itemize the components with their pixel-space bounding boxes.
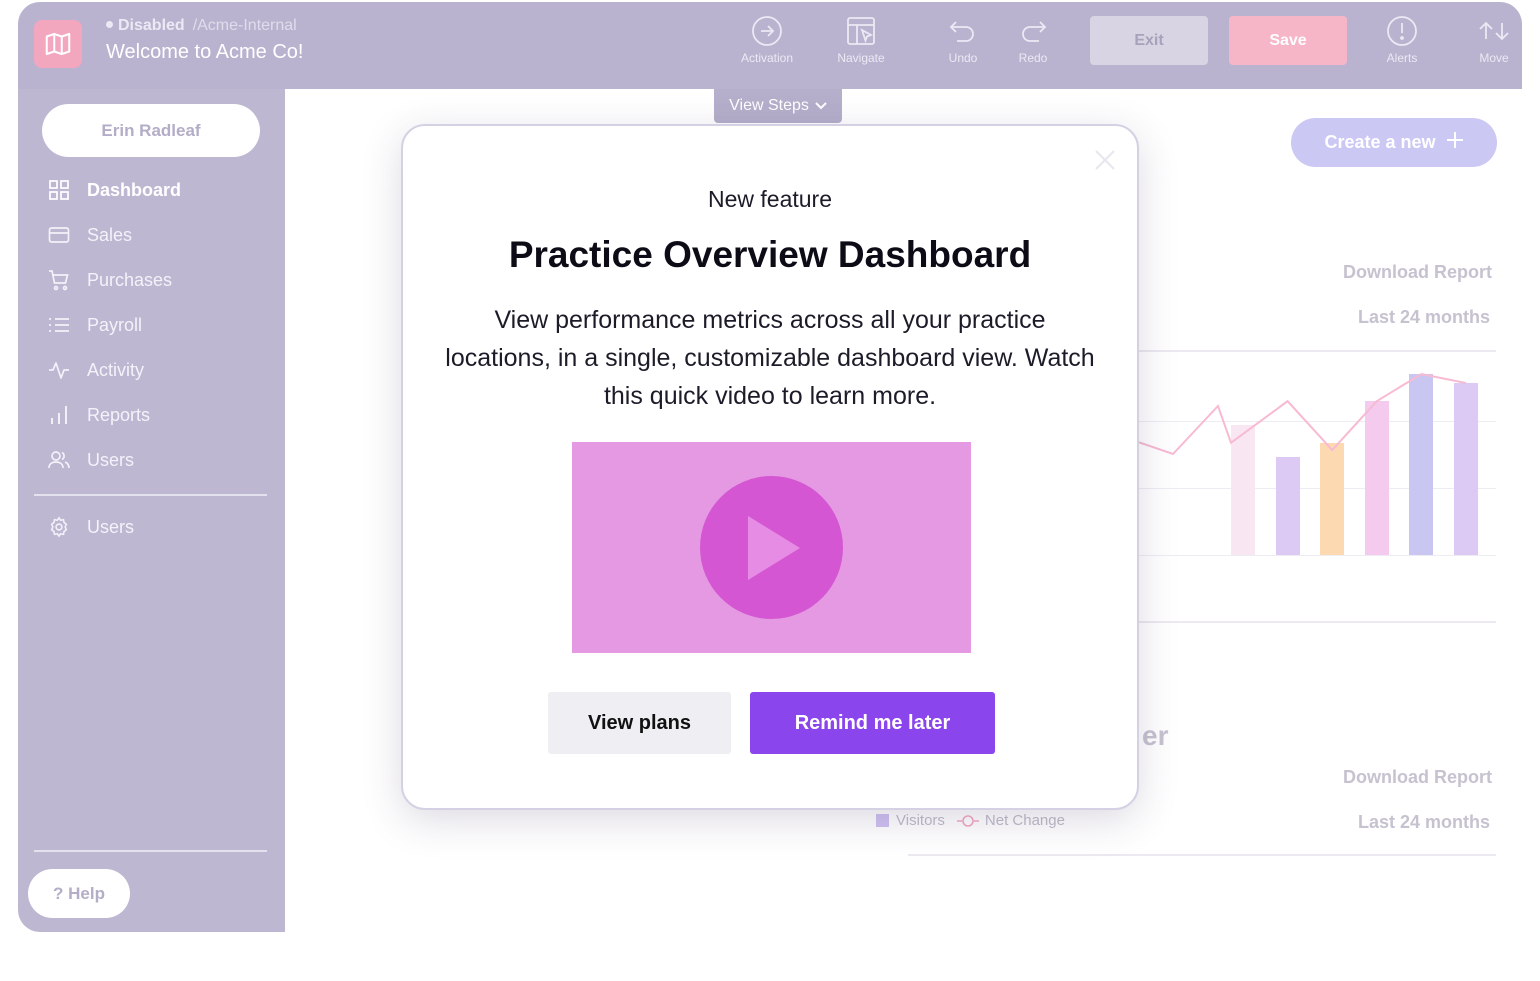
remind-me-later-button[interactable]: Remind me later — [750, 692, 995, 754]
status-dot — [106, 21, 113, 28]
redo-icon — [993, 14, 1073, 48]
date-range-selector[interactable]: Last 24 months — [1358, 812, 1490, 833]
map-icon[interactable] — [34, 20, 82, 68]
sidebar-item-purchases[interactable]: Purchases — [46, 265, 172, 295]
new-feature-modal: New feature Practice Overview Dashboard … — [401, 124, 1139, 810]
download-report-link[interactable]: Download Report — [1343, 262, 1492, 283]
workspace-path: /Acme-Internal — [192, 17, 297, 34]
navigate-tool[interactable]: Navigate — [821, 14, 901, 74]
play-icon[interactable] — [700, 476, 843, 619]
move-arrows-icon — [1454, 14, 1522, 48]
activation-tool[interactable]: Activation — [727, 14, 807, 74]
undo-icon — [923, 14, 1003, 48]
redo-tool[interactable]: Redo — [993, 14, 1073, 74]
exit-button[interactable]: Exit — [1090, 16, 1208, 65]
section-rule — [908, 854, 1496, 856]
save-button[interactable]: Save — [1229, 16, 1347, 65]
view-steps-dropdown[interactable]: View Steps — [714, 89, 842, 123]
plus-icon — [1446, 131, 1464, 154]
legend-swatch-net-change — [956, 814, 979, 828]
alerts-tool[interactable]: Alerts — [1362, 14, 1442, 74]
tool-label: Alerts — [1386, 51, 1418, 65]
users-icon — [46, 448, 72, 472]
create-new-button[interactable]: Create a new — [1291, 118, 1497, 167]
undo-tool[interactable]: Undo — [923, 14, 1003, 74]
sidebar-item-activity[interactable]: Activity — [46, 355, 144, 385]
grid-icon — [46, 178, 72, 202]
net-change-line — [1137, 372, 1467, 456]
sidebar-item-label: Purchases — [87, 269, 173, 290]
move-tool[interactable]: Move — [1454, 14, 1522, 74]
sidebar-item-sales[interactable]: Sales — [46, 220, 132, 250]
legend-swatch-visitors — [876, 814, 889, 827]
sidebar-item-label: Users — [87, 516, 135, 537]
tool-label: Activation — [740, 51, 794, 65]
sidebar-divider — [34, 850, 267, 852]
help-button[interactable]: ? Help — [28, 869, 130, 918]
modal-title: Practice Overview Dashboard — [508, 234, 1032, 275]
sidebar-item-reports[interactable]: Reports — [46, 400, 150, 430]
date-range-selector[interactable]: Last 24 months — [1358, 307, 1490, 328]
app-window: Disabled/Acme-Internal Welcome to Acme C… — [18, 2, 1522, 932]
net-change-polyline — [1137, 372, 1467, 456]
status-text: Disabled — [118, 17, 185, 34]
legend-label-net-change: Net Change — [984, 812, 1065, 829]
gear-icon — [46, 515, 72, 539]
status-line: Disabled/Acme-Internal — [106, 17, 297, 35]
sidebar: Erin Radleaf Dashboard Sales Purchases P… — [18, 89, 285, 932]
section-rule — [1128, 621, 1496, 623]
chevron-down-icon — [815, 97, 827, 115]
tool-label: Navigate — [837, 51, 885, 65]
top-bar: Disabled/Acme-Internal Welcome to Acme C… — [18, 2, 1522, 89]
sidebar-item-label: Activity — [87, 359, 145, 380]
view-steps-label: View Steps — [729, 97, 809, 114]
legend-label-visitors: Visitors — [896, 812, 945, 829]
modal-kicker: New feature — [707, 186, 832, 212]
section-title-fragment: er — [1142, 720, 1169, 751]
alert-circle-icon — [1362, 14, 1442, 48]
modal-body-text: View performance metrics across all your… — [445, 306, 1095, 410]
sidebar-divider — [34, 494, 267, 496]
tool-label: Move — [1479, 51, 1509, 65]
card-icon — [46, 223, 72, 247]
cart-icon — [46, 268, 72, 292]
chart-legend: Visitors Net Change — [876, 812, 1065, 829]
navigate-cursor-icon — [821, 14, 901, 48]
sidebar-item-label: Payroll — [87, 314, 143, 335]
sidebar-item-users[interactable]: Users — [46, 445, 134, 475]
pulse-icon — [46, 358, 72, 382]
tool-label: Redo — [1018, 51, 1048, 65]
sidebar-item-label: Dashboard — [87, 179, 182, 200]
sidebar-item-label: Reports — [87, 404, 151, 425]
sidebar-item-payroll[interactable]: Payroll — [46, 310, 142, 340]
view-plans-button[interactable]: View plans — [548, 692, 731, 754]
list-icon — [46, 313, 72, 337]
sidebar-item-settings-users[interactable]: Users — [46, 512, 134, 542]
close-icon[interactable] — [1093, 148, 1117, 172]
user-name-pill[interactable]: Erin Radleaf — [42, 104, 260, 157]
sidebar-item-dashboard[interactable]: Dashboard — [46, 175, 181, 205]
download-report-link[interactable]: Download Report — [1343, 767, 1492, 788]
tool-label: Undo — [948, 51, 978, 65]
arrow-circle-icon — [727, 14, 807, 48]
sidebar-item-label: Users — [87, 449, 135, 470]
create-new-label: Create a new — [1324, 132, 1436, 152]
sidebar-item-label: Sales — [87, 224, 133, 245]
video-player[interactable] — [572, 442, 971, 653]
page-title: Welcome to Acme Co! — [106, 41, 304, 63]
bar-chart-icon — [46, 403, 72, 427]
